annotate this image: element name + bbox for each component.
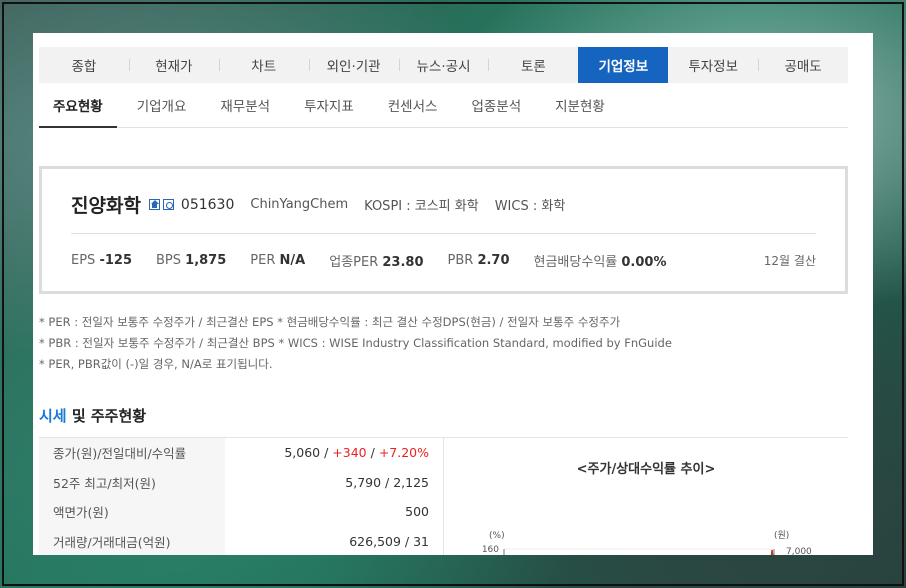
footnote: * PER, PBR값이 (-)일 경우, N/A로 표기됩니다.: [39, 357, 273, 371]
footnote: * PBR : 전일자 보통주 수정주가 / 최근결산 BPS * WICS :…: [39, 336, 672, 350]
market-classification: KOSPI : 코스피 화학: [364, 199, 479, 214]
separator: /: [320, 445, 333, 461]
row-label: 종가(원)/전일대비/수익률: [39, 438, 225, 468]
tab-5[interactable]: 토론: [488, 47, 578, 83]
metric-value: 1,875: [185, 253, 227, 268]
metric-value: 23.80: [382, 255, 424, 270]
subtab-4[interactable]: 컨센서스: [374, 89, 452, 127]
footnote: * PER : 전일자 보통주 수정주가 / 최근결산 EPS * 현금배당수익…: [39, 315, 621, 329]
divider: [71, 233, 816, 234]
metric-label: 업종PER: [329, 255, 379, 270]
section-title: 시세 및 주주현황: [39, 405, 146, 426]
separator: /: [366, 445, 379, 461]
tab-8[interactable]: 공매도: [758, 47, 848, 83]
metric-value: -125: [99, 253, 132, 268]
sub-tabs: 주요현황 기업개요 재무분석 투자지표 컨센서스 업종분석 지분현황: [39, 89, 848, 128]
metric-value: N/A: [279, 253, 306, 268]
metric-value: 2.70: [477, 253, 510, 268]
tab-4[interactable]: 뉴스·공시: [398, 47, 489, 83]
subtab-0[interactable]: 주요현황: [39, 89, 117, 128]
price-chart: <주가/상대수익률 추이> (%)(원)1601401207,0006,000: [443, 437, 848, 555]
value-text: 626,509 / 31: [349, 533, 429, 549]
settlement-month: 12월 결산: [763, 254, 816, 268]
value-text: 5,060: [284, 445, 321, 461]
wics-classification: WICS : 화학: [494, 199, 566, 214]
metric-0: EPS -125: [71, 253, 132, 268]
y-axis-unit-right: (원): [774, 530, 789, 541]
company-info-panel: 종합 현재가 차트 외인·기관 뉴스·공시 토론 기업정보 투자정보 공매도 주요현황 기업개요 재…: [33, 33, 873, 555]
metric-4: PBR 2.70: [448, 253, 510, 268]
chart-svg: (%)(원)1601401207,0006,000: [482, 530, 812, 555]
metric-label: EPS: [71, 253, 96, 268]
price-change: +340: [332, 445, 367, 461]
key-metrics: EPS -125 BPS 1,875 PER N/A 업종PER 23.80 PBR 2…: [71, 251, 816, 270]
y-tick-left: 160: [482, 545, 499, 555]
tab-7[interactable]: 투자정보: [668, 47, 758, 83]
subtab-1[interactable]: 기업개요: [123, 89, 201, 127]
row-value: 5,060 / +340 / +7.20%: [225, 445, 443, 460]
return-rate: +7.20%: [378, 445, 429, 461]
tab-0[interactable]: 종합: [39, 47, 129, 83]
value-text: 5,790 / 2,125: [345, 474, 429, 490]
metric-1: BPS 1,875: [156, 253, 226, 268]
subtab-6[interactable]: 지분현황: [541, 89, 619, 127]
row-value: 5,790 / 2,125: [225, 475, 443, 490]
home-icon[interactable]: [148, 199, 160, 210]
metric-label: 현금배당수익률: [533, 255, 618, 270]
table-row: 거래량/거래대금(억원) 626,509 / 31: [39, 526, 443, 555]
price-table: 종가(원)/전일대비/수익률 5,060 / +340 / +7.20% 52주 최…: [39, 437, 443, 555]
section-title-highlight: 시세: [39, 407, 67, 425]
row-value: 626,509 / 31: [225, 534, 443, 549]
table-row: 종가(원)/전일대비/수익률 5,060 / +340 / +7.20%: [39, 438, 443, 468]
subtab-3[interactable]: 투자지표: [290, 89, 368, 127]
metric-label: PBR: [447, 253, 474, 268]
tab-6[interactable]: 기업정보: [578, 47, 669, 83]
row-label: 액면가(원): [39, 497, 225, 527]
search-icon[interactable]: [162, 199, 174, 210]
metric-label: BPS: [156, 253, 182, 268]
table-row: 액면가(원) 500: [39, 497, 443, 527]
subtab-2[interactable]: 재무분석: [206, 89, 284, 127]
metric-5: 현금배당수익률 0.00%: [534, 251, 667, 270]
y-axis-unit-left: (%): [489, 531, 505, 541]
footnotes: * PER : 전일자 보통주 수정주가 / 최근결산 EPS * 현금배당수익…: [39, 312, 672, 375]
subtab-5[interactable]: 업종분석: [457, 89, 535, 127]
table-row: 52주 최고/최저(원) 5,790 / 2,125: [39, 467, 443, 497]
stock-code: 051630: [180, 196, 235, 213]
row-value: 500: [225, 504, 443, 519]
y-tick-right: 7,000: [786, 547, 812, 555]
company-summary-box: 진양화학 051630 ChinYangChem KOSPI : 코스피 화학 …: [39, 166, 848, 294]
main-tabs: 종합 현재가 차트 외인·기관 뉴스·공시 토론 기업정보 투자정보 공매도: [39, 47, 848, 83]
metric-3: 업종PER 23.80: [329, 251, 423, 270]
tab-3[interactable]: 외인·기관: [308, 47, 399, 83]
value-text: 500: [405, 504, 429, 520]
company-english-name: ChinYangChem: [250, 197, 349, 212]
tab-1[interactable]: 현재가: [128, 47, 219, 83]
metric-value: 0.00%: [621, 255, 667, 270]
row-label: 52주 최고/최저(원): [39, 467, 225, 497]
section-title-rest: 및 주주현황: [71, 407, 147, 425]
company-header: 진양화학 051630 ChinYangChem KOSPI : 코스피 화학 …: [71, 191, 565, 218]
metric-2: PER N/A: [250, 253, 305, 268]
price-series-line: [770, 549, 774, 555]
metric-label: PER: [250, 253, 276, 268]
row-label: 거래량/거래대금(억원): [39, 526, 225, 555]
tab-2[interactable]: 차트: [218, 47, 309, 83]
company-name: 진양화학: [71, 195, 141, 217]
